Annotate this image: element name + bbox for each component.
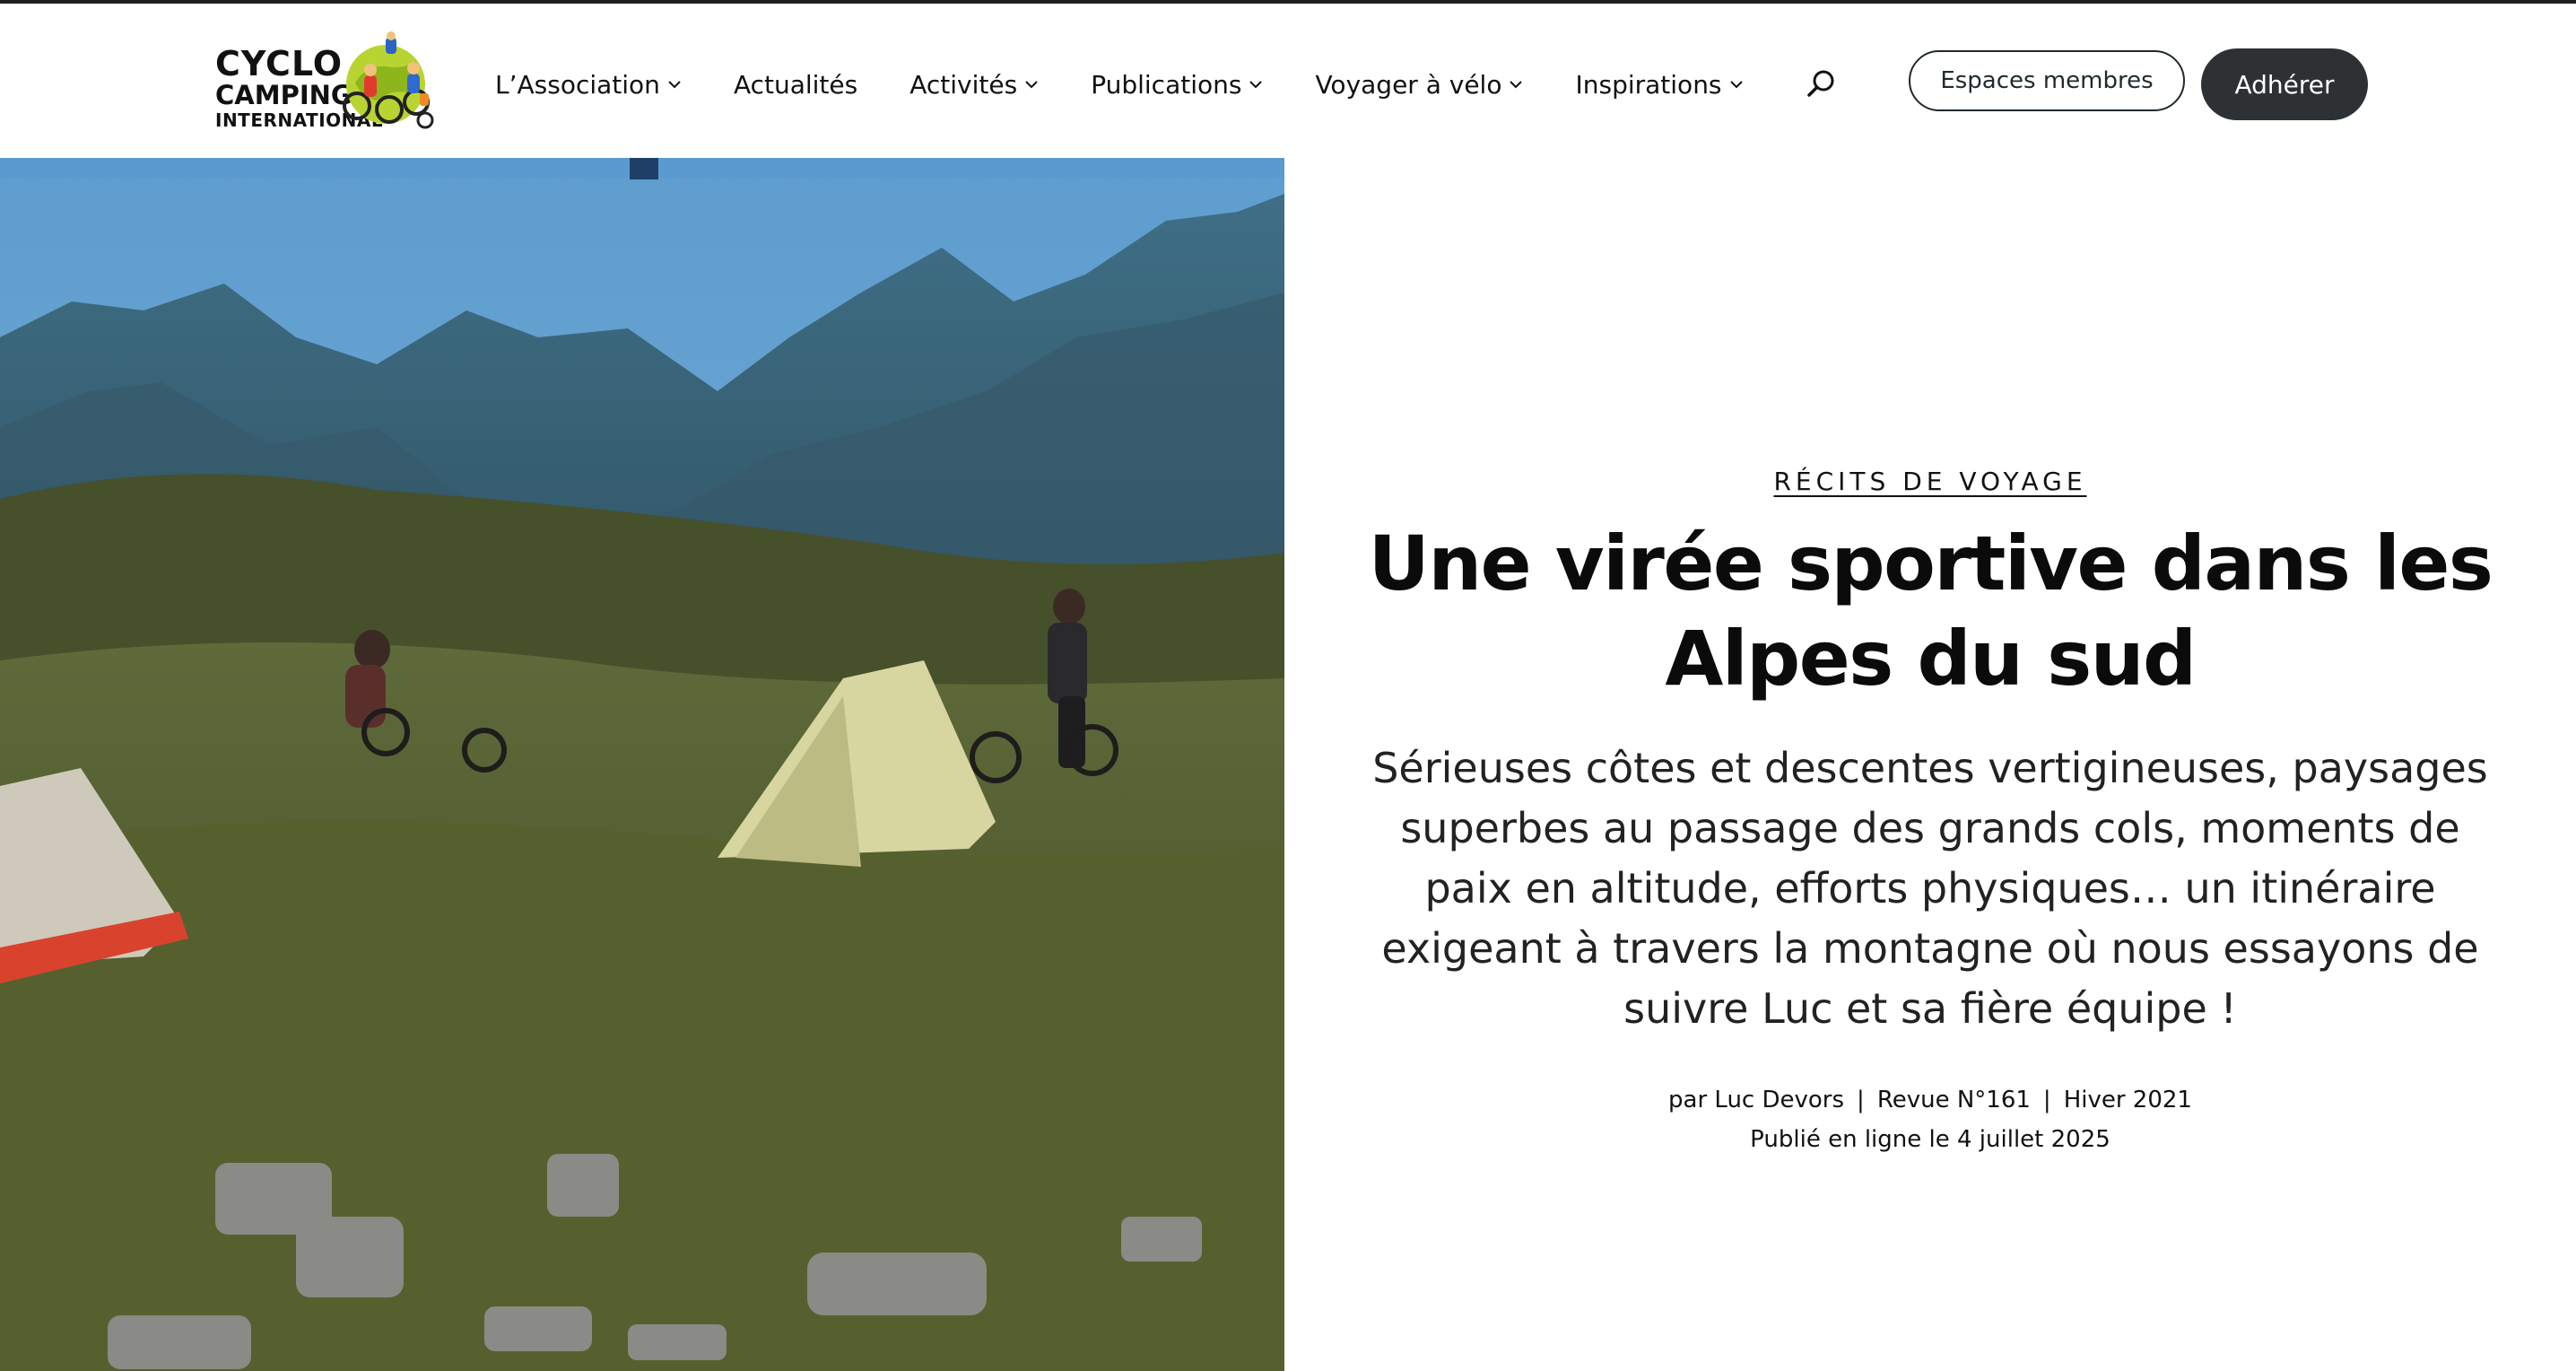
nav-item-association[interactable]: L’Association xyxy=(495,70,682,100)
search-icon[interactable] xyxy=(1805,66,1839,100)
nav-item-actualites[interactable]: Actualités xyxy=(734,70,857,100)
chevron-down-icon xyxy=(1510,81,1523,89)
chevron-down-icon xyxy=(1249,81,1263,89)
join-button[interactable]: Adhérer xyxy=(2201,48,2368,120)
nav-item-activites[interactable]: Activités xyxy=(909,70,1039,100)
nav-item-voyager-a-velo[interactable]: Voyager à vélo xyxy=(1315,70,1523,100)
hero-photo xyxy=(0,158,1284,1371)
site-logo[interactable]: CYCLO CAMPING INTERNATIONAL xyxy=(215,27,439,133)
site-header: CYCLO CAMPING INTERNATIONAL L’Associatio… xyxy=(0,4,2576,158)
cyclists-globe-icon xyxy=(343,31,434,129)
nav-item-label: Activités xyxy=(909,69,1018,100)
members-area-button[interactable]: Espaces membres xyxy=(1909,50,2185,111)
nav-item-inspirations[interactable]: Inspirations xyxy=(1575,70,1743,100)
article-byline: par Luc Devors | Revue N°161 | Hiver 2021 xyxy=(1668,1087,2192,1113)
nav-item-label: Inspirations xyxy=(1575,69,1722,100)
nav-item-label: L’Association xyxy=(495,69,660,100)
article-summary: Sérieuses côtes et descentes vertigineus… xyxy=(1372,744,2488,1033)
article-issue: Revue N°161 xyxy=(1876,1087,2031,1113)
article-author: par Luc Devors xyxy=(1668,1087,1845,1113)
nav-item-label: Actualités xyxy=(733,69,858,100)
nav-item-publications[interactable]: Publications xyxy=(1091,70,1263,100)
article-header: RÉCITS DE VOYAGE Une virée sportive dans… xyxy=(1363,467,2497,1159)
article-published-date: Publié en ligne le 4 juillet 2025 xyxy=(1750,1126,2110,1153)
article-category-link[interactable]: RÉCITS DE VOYAGE xyxy=(1773,467,2086,496)
chevron-down-icon xyxy=(1729,81,1743,89)
main-nav: L’Association Actualités Activités Publi… xyxy=(495,66,1796,102)
article-season: Hiver 2021 xyxy=(2063,1087,2192,1113)
article-meta: par Luc Devors | Revue N°161 | Hiver 2021 Pu… xyxy=(1363,1080,2497,1159)
article-title: Une virée sportive dans les Alpes du sud xyxy=(1368,520,2493,703)
nav-item-label: Publications xyxy=(1091,69,1242,100)
chevron-down-icon xyxy=(668,81,681,89)
chevron-down-icon xyxy=(1025,81,1038,89)
nav-item-label: Voyager à vélo xyxy=(1315,69,1502,100)
